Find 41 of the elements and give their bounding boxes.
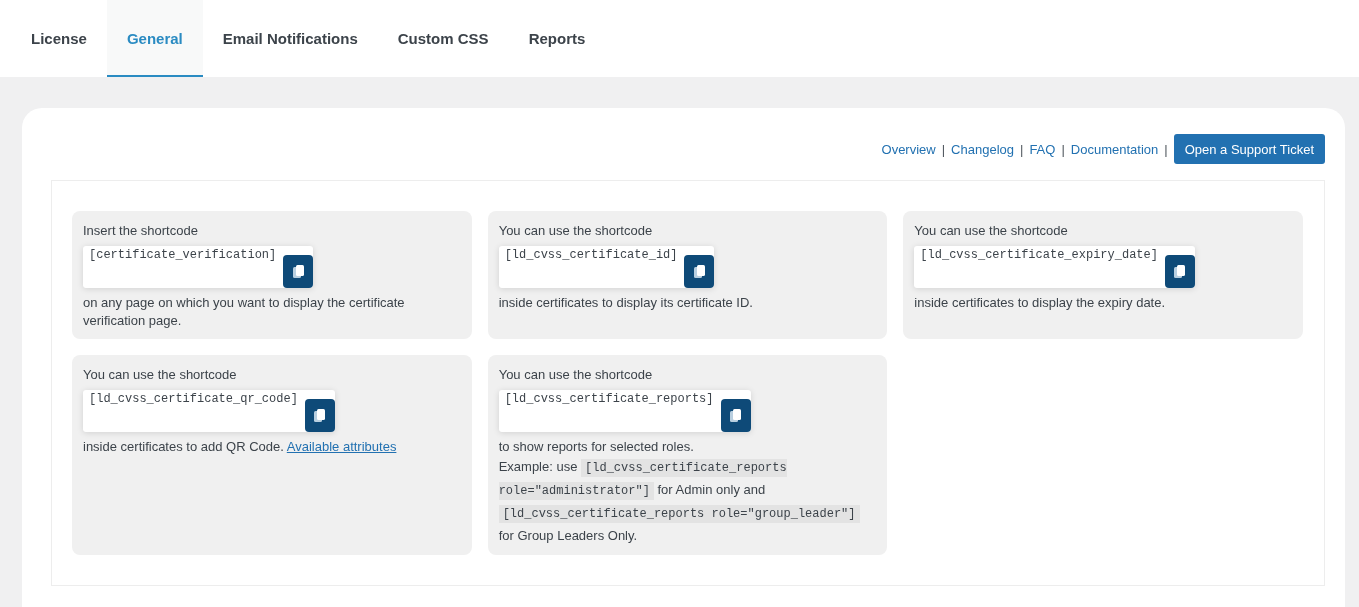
shortcode-field[interactable]: [ld_cvss_certificate_id] (498, 246, 715, 288)
copy-icon (730, 409, 741, 422)
tab[interactable]: General (106, 0, 203, 77)
description-text: to show reports for selected roles. (498, 438, 694, 456)
description-text: inside certificates to add QR Code. Available attributes (83, 438, 397, 456)
support-ticket-button[interactable]: Open a Support Ticket (1173, 134, 1325, 164)
header-link[interactable]: Documentation (1070, 141, 1159, 157)
header-link[interactable]: Overview (881, 141, 936, 157)
copy-button[interactable] (1164, 255, 1195, 288)
link-separator: | (1020, 141, 1024, 157)
copy-icon (314, 409, 326, 422)
shortcode-field[interactable]: [ld_cvss_certificate_qr_code] (83, 390, 335, 432)
header-link[interactable]: FAQ (1029, 141, 1056, 157)
copy-icon (292, 265, 304, 278)
intro-text: Insert the shortcode (83, 222, 198, 240)
copy-button[interactable] (684, 255, 715, 288)
copy-button[interactable] (720, 399, 751, 432)
description-text: inside certificates to display its certificate ID. (498, 294, 753, 312)
link-separator: | (941, 141, 946, 157)
copy-button[interactable] (283, 255, 314, 288)
intro-text: You can use the shortcode (498, 222, 653, 240)
description-text: Example: use [ld_cvss_certificate_reports role="administrator"] for Admin only and [ld_cvss_certificate_reports role="group_leader"] for Group Leaders Only. (498, 456, 874, 546)
shortcode-field[interactable]: [ld_cvss_certificate_expiry_date] (914, 246, 1195, 288)
copy-button[interactable] (304, 399, 335, 432)
intro-text: You can use the shortcode (914, 222, 1068, 240)
link-separator: | (1164, 141, 1168, 157)
copy-icon (1174, 265, 1186, 278)
attributes-link[interactable]: Available attributes (286, 439, 397, 454)
description-text: on any page on which you want to display the certificate verification page. (83, 294, 406, 330)
tab[interactable]: License (11, 0, 107, 77)
tab[interactable]: Email Notifications (202, 0, 378, 77)
link-separator: | (1061, 141, 1065, 157)
shortcode-field[interactable]: [ld_cvss_certificate_reports] (498, 390, 751, 432)
description-text: inside certificates to display the expiry date. (914, 294, 1166, 312)
header-link[interactable]: Changelog (951, 141, 1014, 157)
copy-icon (694, 265, 705, 278)
tab[interactable]: Reports (508, 0, 606, 77)
intro-text: You can use the shortcode (498, 366, 653, 384)
intro-text: You can use the shortcode (83, 366, 237, 384)
tab[interactable]: Custom CSS (377, 0, 509, 77)
shortcode-field[interactable]: [certificate_verification] (83, 246, 314, 288)
